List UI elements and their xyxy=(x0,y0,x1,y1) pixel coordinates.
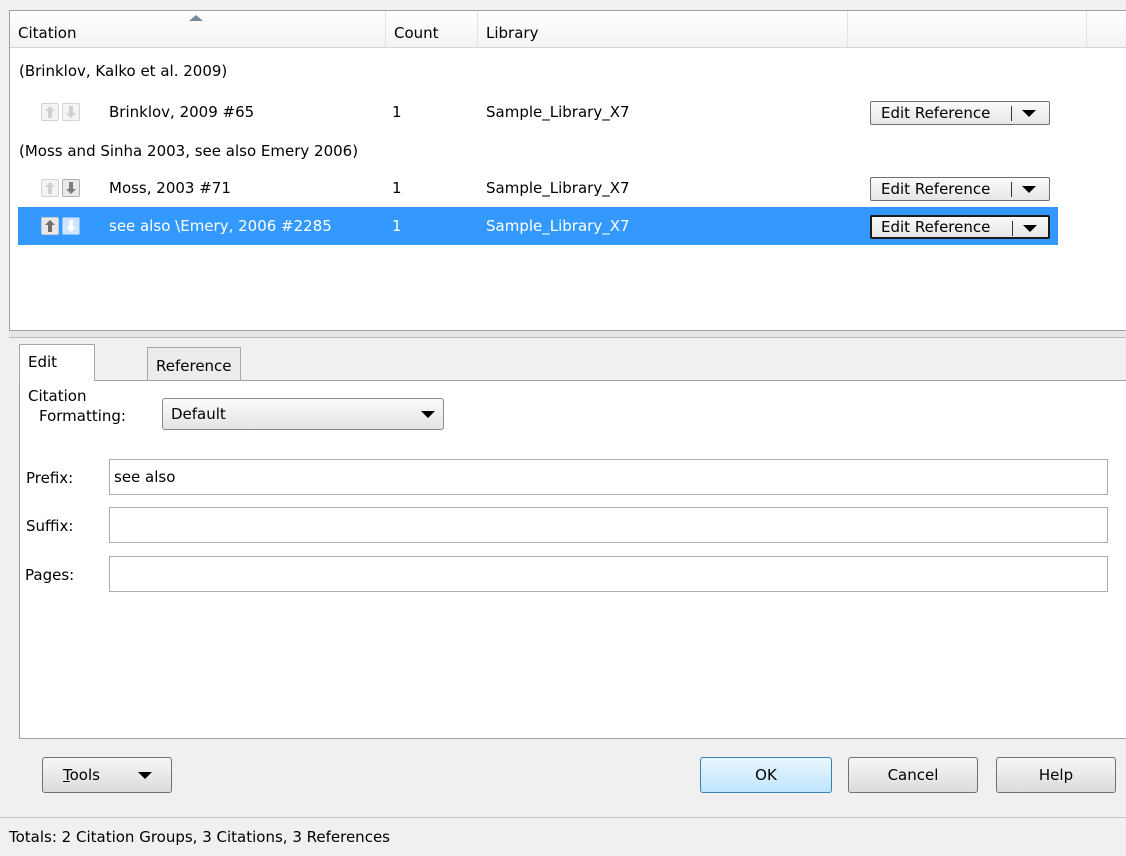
edit-reference-label: Edit Reference xyxy=(881,218,991,236)
library-cell: Sample_Library_X7 xyxy=(486,103,630,121)
edit-reference-button[interactable]: Edit Reference xyxy=(870,177,1050,201)
split-divider xyxy=(1012,221,1013,236)
citation-cell: see also \Emery, 2006 #2285 xyxy=(109,217,332,235)
chevron-down-icon xyxy=(138,772,152,779)
suffix-label: Suffix: xyxy=(26,517,74,535)
prefix-value: see also xyxy=(114,468,176,486)
citation-group[interactable]: (Moss and Sinha 2003, see also Emery 200… xyxy=(19,135,358,167)
move-up-icon[interactable] xyxy=(41,179,59,197)
pages-field[interactable] xyxy=(109,556,1108,592)
move-down-icon[interactable] xyxy=(62,103,80,121)
table-row-selected[interactable]: see also \Emery, 2006 #2285 1 Sample_Lib… xyxy=(18,207,1058,245)
edit-reference-label: Edit Reference xyxy=(881,104,991,122)
move-up-icon[interactable] xyxy=(41,217,59,235)
citation-group[interactable]: (Brinklov, Kalko et al. 2009) xyxy=(19,55,227,87)
count-cell: 1 xyxy=(392,103,402,121)
table-row[interactable]: Moss, 2003 #71 1 Sample_Library_X7 Edit … xyxy=(18,169,1058,207)
split-divider xyxy=(1011,182,1012,197)
table-header: Citation Count Library xyxy=(10,11,1126,48)
move-down-icon[interactable] xyxy=(62,179,80,197)
status-text: Totals: 2 Citation Groups, 3 Citations, … xyxy=(9,828,390,846)
help-button[interactable]: Help xyxy=(996,757,1116,793)
edit-reference-label: Edit Reference xyxy=(881,180,991,198)
count-cell: 1 xyxy=(392,179,402,197)
sort-ascending-icon xyxy=(189,15,203,21)
ok-button[interactable]: OK xyxy=(700,757,832,793)
chevron-down-icon[interactable] xyxy=(1023,225,1037,232)
column-header-library[interactable]: Library xyxy=(478,11,848,47)
status-bar: Totals: 2 Citation Groups, 3 Citations, … xyxy=(0,817,1126,854)
tab-reference[interactable]: Reference xyxy=(147,347,241,381)
formatting-select[interactable]: Default xyxy=(162,398,444,430)
citation-group-label: (Brinklov, Kalko et al. 2009) xyxy=(19,62,228,80)
table-row[interactable]: Brinklov, 2009 #65 1 Sample_Library_X7 E… xyxy=(18,93,1058,131)
citation-cell: Brinklov, 2009 #65 xyxy=(109,103,255,121)
cancel-label: Cancel xyxy=(887,766,939,784)
tab-edit-citation[interactable]: Edit Citation xyxy=(19,344,96,405)
chevron-down-icon[interactable] xyxy=(1022,110,1036,117)
move-down-icon[interactable] xyxy=(62,217,80,235)
tools-button[interactable]: Tools xyxy=(42,757,172,793)
citation-table: Citation Count Library (Brinklov, Kalko … xyxy=(9,10,1126,331)
tab-label: Edit Citation xyxy=(28,353,87,405)
formatting-value: Default xyxy=(171,405,226,423)
pane-splitter[interactable] xyxy=(9,330,1126,338)
tab-label: Reference xyxy=(156,357,232,375)
chevron-down-icon[interactable] xyxy=(1022,186,1036,193)
library-cell: Sample_Library_X7 xyxy=(486,217,630,235)
edit-reference-button[interactable]: Edit Reference xyxy=(870,101,1050,125)
tools-label: ools xyxy=(69,766,100,784)
column-header-count[interactable]: Count xyxy=(386,11,478,47)
edit-citation-panel: Formatting: Default Prefix: see also Suf… xyxy=(19,380,1126,739)
tools-accelerator: T xyxy=(63,766,70,784)
prefix-field[interactable]: see also xyxy=(109,459,1108,495)
move-up-icon[interactable] xyxy=(41,103,59,121)
split-divider xyxy=(1011,106,1012,121)
help-label: Help xyxy=(1038,766,1074,784)
prefix-label: Prefix: xyxy=(26,469,74,487)
count-cell: 1 xyxy=(392,217,402,235)
suffix-field[interactable] xyxy=(109,507,1108,543)
column-label: Library xyxy=(486,24,539,42)
column-header-actions[interactable] xyxy=(848,11,1087,47)
citation-cell: Moss, 2003 #71 xyxy=(109,179,231,197)
library-cell: Sample_Library_X7 xyxy=(486,179,630,197)
column-header-citation[interactable]: Citation xyxy=(10,11,386,47)
cancel-button[interactable]: Cancel xyxy=(848,757,978,793)
pages-label: Pages: xyxy=(25,566,75,584)
ok-label: OK xyxy=(755,766,777,784)
column-label: Citation xyxy=(18,24,77,42)
edit-reference-button[interactable]: Edit Reference xyxy=(870,215,1050,239)
citation-group-label: (Moss and Sinha 2003, see also Emery 200… xyxy=(19,142,359,160)
chevron-down-icon xyxy=(421,411,435,418)
column-label: Count xyxy=(394,24,439,42)
